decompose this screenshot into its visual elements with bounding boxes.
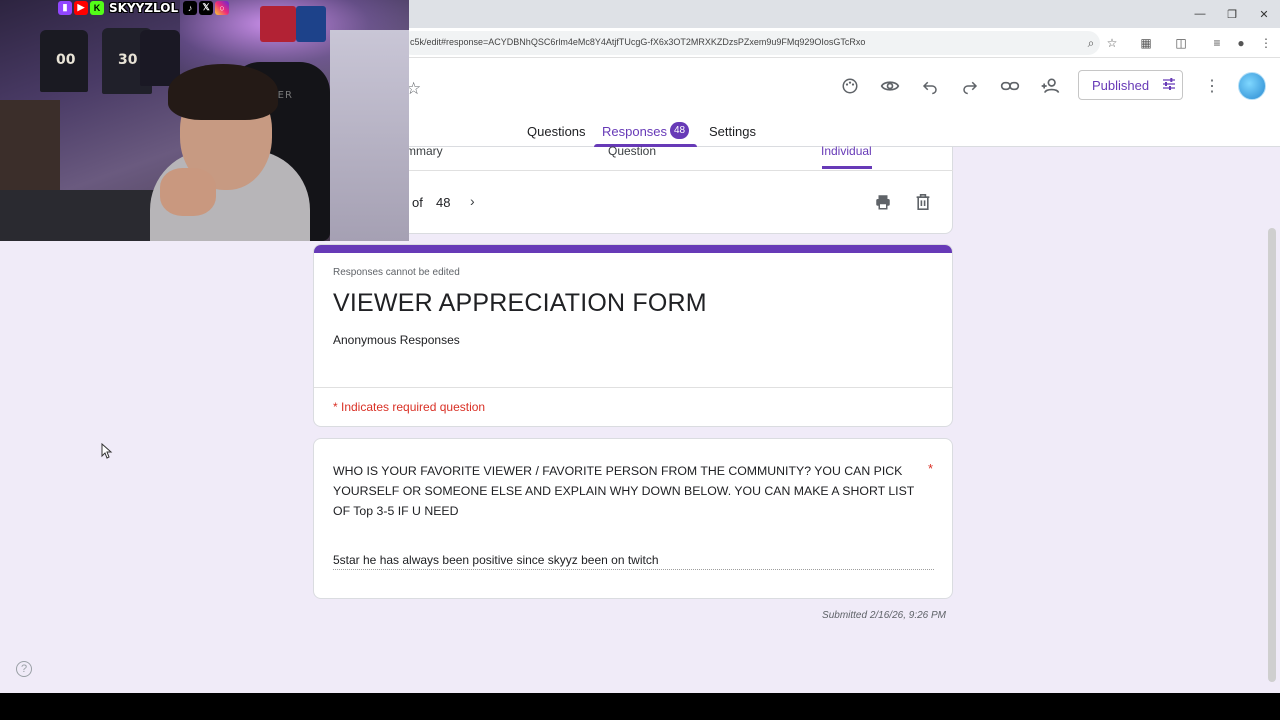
page-scrollbar[interactable] xyxy=(1268,228,1276,682)
form-title-card: Responses cannot be edited VIEWER APPREC… xyxy=(313,244,953,427)
responses-count-badge: 48 xyxy=(670,122,689,139)
required-note: * Indicates required question xyxy=(333,400,486,414)
subtab-summary[interactable]: mmary xyxy=(406,144,443,158)
close-icon[interactable]: ✕ xyxy=(1248,0,1280,28)
published-label: Published xyxy=(1092,77,1150,93)
extensions-icon[interactable]: ▦ xyxy=(1137,34,1155,52)
responses-not-editable-note: Responses cannot be edited xyxy=(333,267,460,278)
submitted-timestamp: Submitted 2/16/26, 9:26 PM xyxy=(822,610,946,621)
bookmark-star-icon[interactable]: ☆ xyxy=(1103,34,1121,52)
required-asterisk: * xyxy=(928,461,934,476)
window-controls: — ❐ ✕ xyxy=(1184,0,1280,28)
channel-name: SKYYZLOL xyxy=(109,0,179,15)
question-text: WHO IS YOUR FAVORITE VIEWER / FAVORITE P… xyxy=(333,464,915,518)
zoom-icon[interactable]: ⌕ xyxy=(1082,34,1100,52)
accent-bar xyxy=(314,245,952,253)
pager-of-label: of xyxy=(412,195,423,210)
webcam-shelf xyxy=(0,100,60,190)
instagram-icon: ○ xyxy=(215,0,230,15)
responses-subnav-card xyxy=(313,147,953,234)
tab-responses[interactable]: Responses xyxy=(602,124,667,139)
subnav-divider xyxy=(313,170,953,171)
taskbar xyxy=(0,693,1280,720)
x-icon: 𝕏 xyxy=(199,0,214,15)
minimize-icon[interactable]: — xyxy=(1184,0,1216,28)
youtube-icon: ▶ xyxy=(74,0,88,15)
next-response-chevron-icon[interactable]: › xyxy=(470,193,475,209)
preview-eye-icon[interactable] xyxy=(878,74,902,98)
more-vert-icon[interactable]: ⋮ xyxy=(1200,74,1224,98)
form-title: VIEWER APPRECIATION FORM xyxy=(333,289,707,317)
title-divider xyxy=(314,387,952,388)
delete-icon[interactable] xyxy=(913,192,933,212)
link-icon[interactable] xyxy=(998,74,1022,98)
redo-icon[interactable] xyxy=(958,74,982,98)
tab-settings[interactable]: Settings xyxy=(709,124,756,139)
kick-icon: K xyxy=(90,0,104,15)
published-button[interactable]: Published xyxy=(1078,70,1183,100)
webcam-warriors-flag xyxy=(296,6,326,42)
webcam-desk xyxy=(0,190,160,241)
answer-underline xyxy=(333,569,934,570)
chrome-menu-icon[interactable]: ⋮ xyxy=(1257,34,1275,52)
media-icon[interactable]: ≡ xyxy=(1208,34,1226,52)
palette-icon[interactable] xyxy=(838,74,862,98)
form-description: Anonymous Responses xyxy=(333,333,460,347)
restore-icon[interactable]: ❐ xyxy=(1216,0,1248,28)
webcam-person-hand xyxy=(160,168,216,216)
social-links-bar: ▮ ▶ K SKYYZLOL ♪ 𝕏 ○ xyxy=(58,0,230,15)
webcam-49ers-flag xyxy=(260,6,296,42)
avatar[interactable] xyxy=(1238,72,1266,100)
tab-questions[interactable]: Questions xyxy=(527,124,586,139)
mouse-cursor-icon xyxy=(101,442,113,464)
url-text[interactable]: c5k/edit#response=ACYDBNhQSC6rlm4eMc8Y4A… xyxy=(410,37,865,47)
add-collaborator-icon[interactable] xyxy=(1038,74,1062,98)
undo-icon[interactable] xyxy=(918,74,942,98)
answer-text: 5star he has always been positive since … xyxy=(333,553,659,567)
tune-icon xyxy=(1161,76,1177,95)
question-card: WHO IS YOUR FAVORITE VIEWER / FAVORITE P… xyxy=(313,438,953,599)
webcam-jersey-number: 00 xyxy=(56,52,76,68)
profile-icon[interactable]: ● xyxy=(1232,34,1250,52)
webcam-overlay: 00 30 ACER ▮ ▶ K SKYYZLOL ♪ 𝕏 ○ xyxy=(0,0,409,241)
cast-icon[interactable]: ◫ xyxy=(1172,34,1190,52)
twitch-icon: ▮ xyxy=(58,0,72,15)
subtab-question[interactable]: Question xyxy=(608,144,656,158)
webcam-person-hair xyxy=(168,64,278,120)
print-icon[interactable] xyxy=(873,192,893,212)
webcam-wall xyxy=(330,30,409,241)
subtab-individual[interactable]: Individual xyxy=(821,144,872,158)
active-subtab-indicator xyxy=(822,166,872,169)
pager-total: 48 xyxy=(436,195,451,210)
webcam-jersey-number: 30 xyxy=(118,52,138,68)
tiktok-icon: ♪ xyxy=(183,0,198,15)
help-icon[interactable]: ? xyxy=(16,661,32,677)
